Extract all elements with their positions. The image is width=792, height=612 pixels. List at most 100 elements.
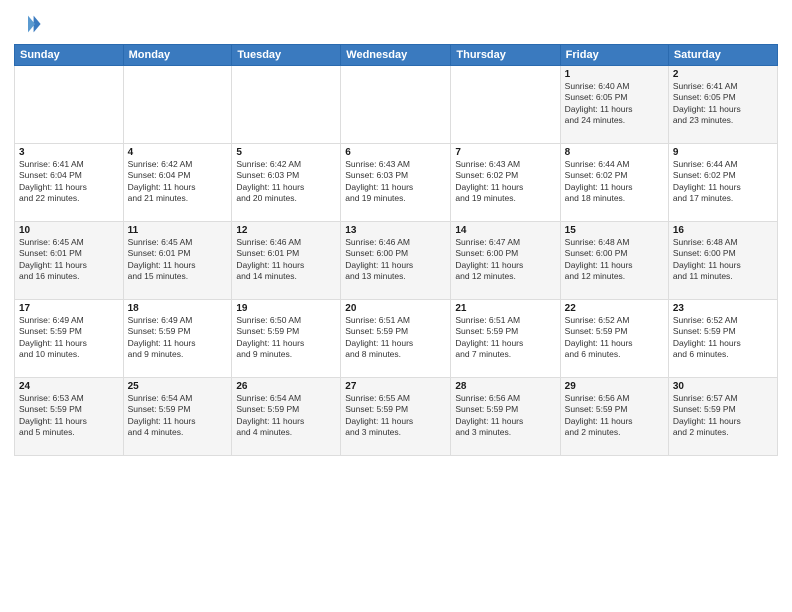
calendar-cell: 18Sunrise: 6:49 AM Sunset: 5:59 PM Dayli… bbox=[123, 300, 232, 378]
weekday-header-saturday: Saturday bbox=[668, 45, 777, 66]
calendar-cell: 3Sunrise: 6:41 AM Sunset: 6:04 PM Daylig… bbox=[15, 144, 124, 222]
day-number: 26 bbox=[236, 381, 336, 392]
calendar-cell: 9Sunrise: 6:44 AM Sunset: 6:02 PM Daylig… bbox=[668, 144, 777, 222]
day-number: 18 bbox=[128, 303, 228, 314]
calendar-cell: 22Sunrise: 6:52 AM Sunset: 5:59 PM Dayli… bbox=[560, 300, 668, 378]
day-info: Sunrise: 6:57 AM Sunset: 5:59 PM Dayligh… bbox=[673, 393, 773, 439]
calendar-cell: 7Sunrise: 6:43 AM Sunset: 6:02 PM Daylig… bbox=[451, 144, 560, 222]
calendar-cell: 1Sunrise: 6:40 AM Sunset: 6:05 PM Daylig… bbox=[560, 66, 668, 144]
day-info: Sunrise: 6:51 AM Sunset: 5:59 PM Dayligh… bbox=[345, 315, 446, 361]
day-info: Sunrise: 6:52 AM Sunset: 5:59 PM Dayligh… bbox=[565, 315, 664, 361]
day-info: Sunrise: 6:56 AM Sunset: 5:59 PM Dayligh… bbox=[565, 393, 664, 439]
calendar-cell: 28Sunrise: 6:56 AM Sunset: 5:59 PM Dayli… bbox=[451, 378, 560, 456]
calendar-cell: 14Sunrise: 6:47 AM Sunset: 6:00 PM Dayli… bbox=[451, 222, 560, 300]
calendar-cell bbox=[341, 66, 451, 144]
calendar-week-row: 24Sunrise: 6:53 AM Sunset: 5:59 PM Dayli… bbox=[15, 378, 778, 456]
day-info: Sunrise: 6:51 AM Sunset: 5:59 PM Dayligh… bbox=[455, 315, 555, 361]
weekday-header-wednesday: Wednesday bbox=[341, 45, 451, 66]
day-number: 7 bbox=[455, 147, 555, 158]
weekday-header-row: SundayMondayTuesdayWednesdayThursdayFrid… bbox=[15, 45, 778, 66]
day-info: Sunrise: 6:48 AM Sunset: 6:00 PM Dayligh… bbox=[565, 237, 664, 283]
calendar-cell: 23Sunrise: 6:52 AM Sunset: 5:59 PM Dayli… bbox=[668, 300, 777, 378]
weekday-header-tuesday: Tuesday bbox=[232, 45, 341, 66]
day-info: Sunrise: 6:49 AM Sunset: 5:59 PM Dayligh… bbox=[128, 315, 228, 361]
weekday-header-monday: Monday bbox=[123, 45, 232, 66]
day-number: 2 bbox=[673, 69, 773, 80]
calendar-week-row: 10Sunrise: 6:45 AM Sunset: 6:01 PM Dayli… bbox=[15, 222, 778, 300]
logo-icon bbox=[14, 10, 42, 38]
calendar-week-row: 3Sunrise: 6:41 AM Sunset: 6:04 PM Daylig… bbox=[15, 144, 778, 222]
calendar-cell: 8Sunrise: 6:44 AM Sunset: 6:02 PM Daylig… bbox=[560, 144, 668, 222]
day-number: 10 bbox=[19, 225, 119, 236]
day-number: 23 bbox=[673, 303, 773, 314]
day-info: Sunrise: 6:46 AM Sunset: 6:01 PM Dayligh… bbox=[236, 237, 336, 283]
calendar-cell: 17Sunrise: 6:49 AM Sunset: 5:59 PM Dayli… bbox=[15, 300, 124, 378]
day-number: 8 bbox=[565, 147, 664, 158]
calendar-cell bbox=[123, 66, 232, 144]
calendar-cell bbox=[232, 66, 341, 144]
day-info: Sunrise: 6:46 AM Sunset: 6:00 PM Dayligh… bbox=[345, 237, 446, 283]
day-number: 5 bbox=[236, 147, 336, 158]
day-number: 13 bbox=[345, 225, 446, 236]
day-info: Sunrise: 6:45 AM Sunset: 6:01 PM Dayligh… bbox=[19, 237, 119, 283]
day-number: 11 bbox=[128, 225, 228, 236]
calendar-week-row: 1Sunrise: 6:40 AM Sunset: 6:05 PM Daylig… bbox=[15, 66, 778, 144]
day-info: Sunrise: 6:42 AM Sunset: 6:04 PM Dayligh… bbox=[128, 159, 228, 205]
day-info: Sunrise: 6:49 AM Sunset: 5:59 PM Dayligh… bbox=[19, 315, 119, 361]
calendar-cell: 5Sunrise: 6:42 AM Sunset: 6:03 PM Daylig… bbox=[232, 144, 341, 222]
day-info: Sunrise: 6:44 AM Sunset: 6:02 PM Dayligh… bbox=[565, 159, 664, 205]
day-info: Sunrise: 6:43 AM Sunset: 6:03 PM Dayligh… bbox=[345, 159, 446, 205]
day-info: Sunrise: 6:41 AM Sunset: 6:05 PM Dayligh… bbox=[673, 81, 773, 127]
calendar-cell: 12Sunrise: 6:46 AM Sunset: 6:01 PM Dayli… bbox=[232, 222, 341, 300]
day-info: Sunrise: 6:44 AM Sunset: 6:02 PM Dayligh… bbox=[673, 159, 773, 205]
day-number: 22 bbox=[565, 303, 664, 314]
day-info: Sunrise: 6:52 AM Sunset: 5:59 PM Dayligh… bbox=[673, 315, 773, 361]
page-container: SundayMondayTuesdayWednesdayThursdayFrid… bbox=[0, 0, 792, 612]
day-number: 30 bbox=[673, 381, 773, 392]
weekday-header-friday: Friday bbox=[560, 45, 668, 66]
day-number: 12 bbox=[236, 225, 336, 236]
day-number: 25 bbox=[128, 381, 228, 392]
day-number: 20 bbox=[345, 303, 446, 314]
calendar-cell: 10Sunrise: 6:45 AM Sunset: 6:01 PM Dayli… bbox=[15, 222, 124, 300]
day-info: Sunrise: 6:45 AM Sunset: 6:01 PM Dayligh… bbox=[128, 237, 228, 283]
page-header bbox=[14, 10, 778, 38]
calendar-cell bbox=[451, 66, 560, 144]
calendar-cell: 26Sunrise: 6:54 AM Sunset: 5:59 PM Dayli… bbox=[232, 378, 341, 456]
day-info: Sunrise: 6:53 AM Sunset: 5:59 PM Dayligh… bbox=[19, 393, 119, 439]
day-number: 9 bbox=[673, 147, 773, 158]
calendar-cell: 2Sunrise: 6:41 AM Sunset: 6:05 PM Daylig… bbox=[668, 66, 777, 144]
day-info: Sunrise: 6:56 AM Sunset: 5:59 PM Dayligh… bbox=[455, 393, 555, 439]
calendar-cell: 15Sunrise: 6:48 AM Sunset: 6:00 PM Dayli… bbox=[560, 222, 668, 300]
day-number: 19 bbox=[236, 303, 336, 314]
calendar-cell: 19Sunrise: 6:50 AM Sunset: 5:59 PM Dayli… bbox=[232, 300, 341, 378]
calendar-cell: 6Sunrise: 6:43 AM Sunset: 6:03 PM Daylig… bbox=[341, 144, 451, 222]
day-info: Sunrise: 6:54 AM Sunset: 5:59 PM Dayligh… bbox=[128, 393, 228, 439]
calendar-cell bbox=[15, 66, 124, 144]
day-info: Sunrise: 6:47 AM Sunset: 6:00 PM Dayligh… bbox=[455, 237, 555, 283]
day-number: 21 bbox=[455, 303, 555, 314]
calendar-cell: 4Sunrise: 6:42 AM Sunset: 6:04 PM Daylig… bbox=[123, 144, 232, 222]
calendar-cell: 27Sunrise: 6:55 AM Sunset: 5:59 PM Dayli… bbox=[341, 378, 451, 456]
calendar-cell: 13Sunrise: 6:46 AM Sunset: 6:00 PM Dayli… bbox=[341, 222, 451, 300]
calendar-week-row: 17Sunrise: 6:49 AM Sunset: 5:59 PM Dayli… bbox=[15, 300, 778, 378]
calendar-cell: 21Sunrise: 6:51 AM Sunset: 5:59 PM Dayli… bbox=[451, 300, 560, 378]
calendar-cell: 29Sunrise: 6:56 AM Sunset: 5:59 PM Dayli… bbox=[560, 378, 668, 456]
calendar-cell: 30Sunrise: 6:57 AM Sunset: 5:59 PM Dayli… bbox=[668, 378, 777, 456]
day-number: 16 bbox=[673, 225, 773, 236]
day-number: 28 bbox=[455, 381, 555, 392]
day-number: 3 bbox=[19, 147, 119, 158]
day-info: Sunrise: 6:48 AM Sunset: 6:00 PM Dayligh… bbox=[673, 237, 773, 283]
weekday-header-sunday: Sunday bbox=[15, 45, 124, 66]
day-number: 14 bbox=[455, 225, 555, 236]
calendar-cell: 20Sunrise: 6:51 AM Sunset: 5:59 PM Dayli… bbox=[341, 300, 451, 378]
day-number: 15 bbox=[565, 225, 664, 236]
day-info: Sunrise: 6:50 AM Sunset: 5:59 PM Dayligh… bbox=[236, 315, 336, 361]
calendar-cell: 11Sunrise: 6:45 AM Sunset: 6:01 PM Dayli… bbox=[123, 222, 232, 300]
day-number: 24 bbox=[19, 381, 119, 392]
calendar-cell: 24Sunrise: 6:53 AM Sunset: 5:59 PM Dayli… bbox=[15, 378, 124, 456]
day-info: Sunrise: 6:43 AM Sunset: 6:02 PM Dayligh… bbox=[455, 159, 555, 205]
calendar-table: SundayMondayTuesdayWednesdayThursdayFrid… bbox=[14, 44, 778, 456]
day-number: 6 bbox=[345, 147, 446, 158]
day-number: 29 bbox=[565, 381, 664, 392]
